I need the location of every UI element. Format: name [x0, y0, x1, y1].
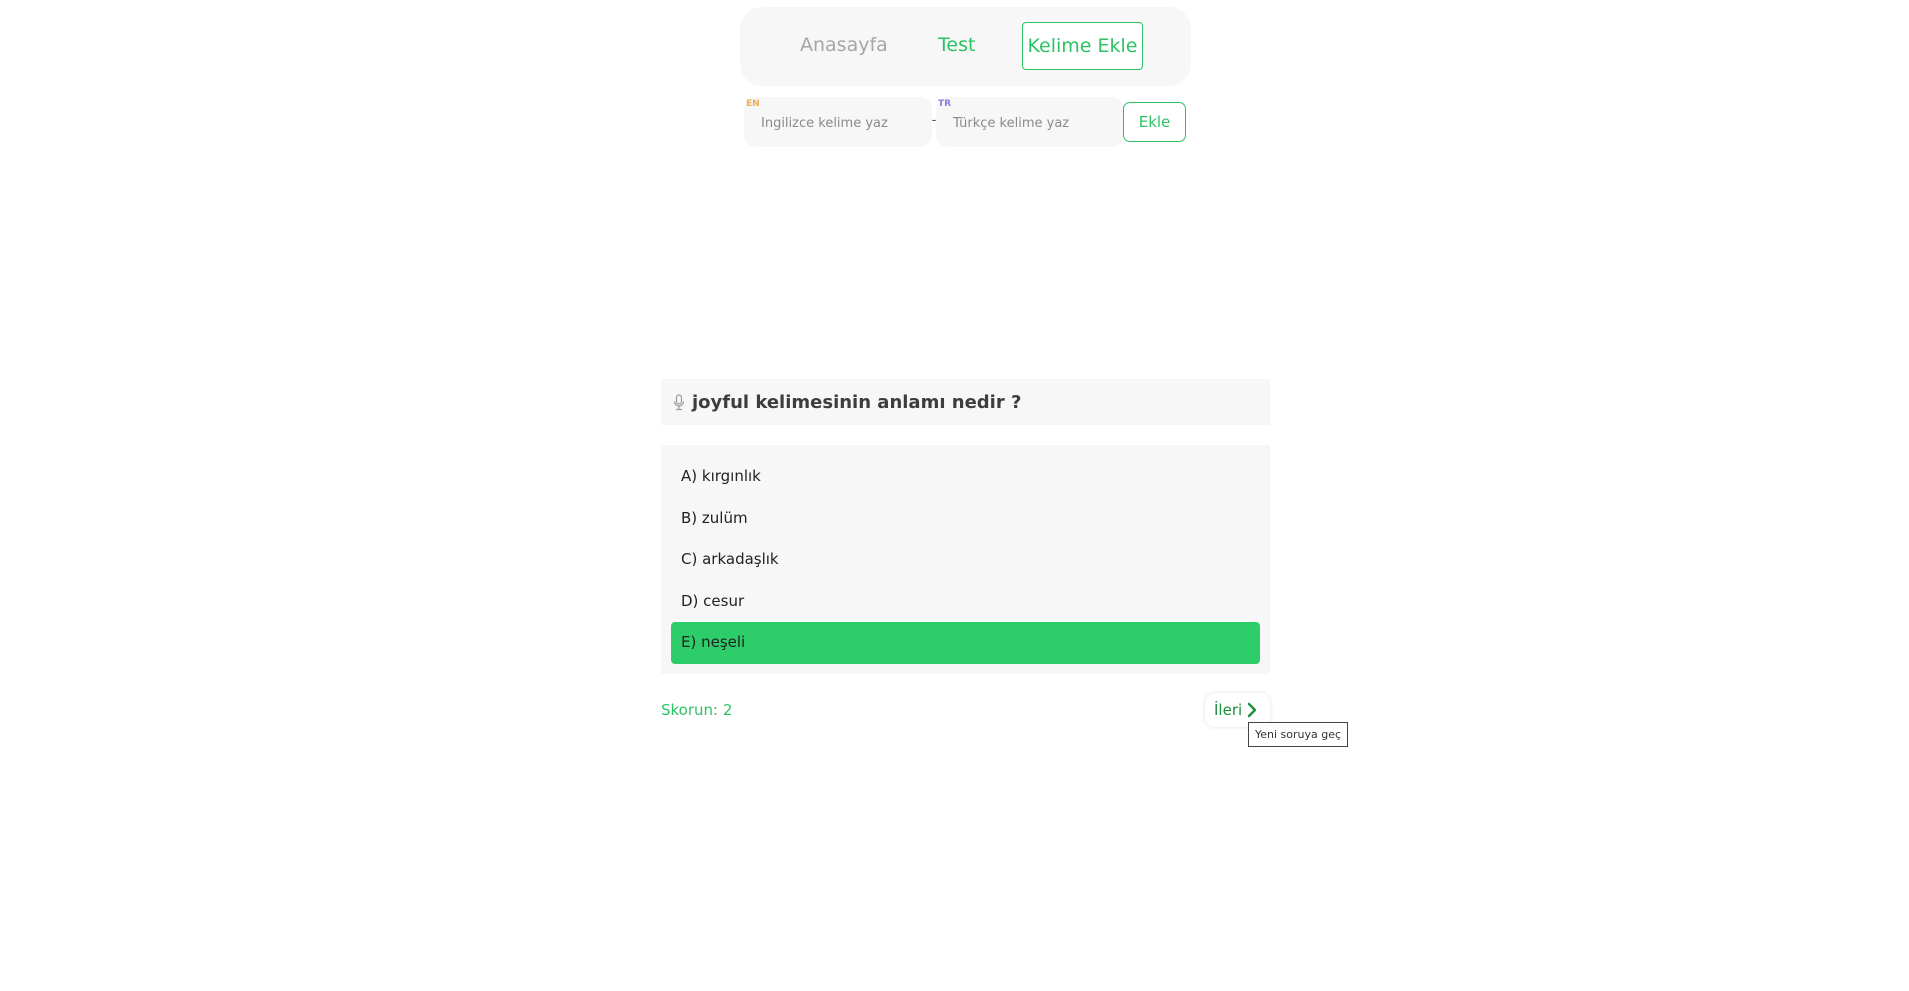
score-label: Skorun: 2: [661, 701, 733, 719]
option-c[interactable]: C) arkadaşlık: [671, 539, 1260, 581]
nav-home-link[interactable]: Anasayfa: [800, 22, 888, 70]
option-d[interactable]: D) cesur: [671, 581, 1260, 623]
option-a[interactable]: A) kırgınlık: [671, 456, 1260, 498]
next-button-tooltip: Yeni soruya geç: [1248, 722, 1348, 747]
english-word-input[interactable]: [744, 111, 932, 135]
question-text: joyful kelimesinin anlamı nedir ?: [692, 391, 1022, 413]
turkish-word-field: TR: [936, 97, 1124, 147]
answer-options: A) kırgınlık B) zulüm C) arkadaşlık D) c…: [661, 445, 1270, 674]
next-button-label: İleri: [1214, 701, 1243, 719]
english-tag: EN: [746, 99, 760, 109]
question-header: joyful kelimesinin anlamı nedir ?: [661, 379, 1270, 425]
turkish-word-input[interactable]: [936, 111, 1124, 135]
option-e[interactable]: E) neşeli: [671, 622, 1260, 664]
add-word-form: EN - TR Ekle: [742, 97, 1192, 147]
top-navigation: Anasayfa Test Kelime Ekle: [740, 7, 1191, 86]
chevron-right-icon: [1246, 701, 1258, 719]
turkish-tag: TR: [938, 99, 952, 109]
nav-test-link[interactable]: Test: [938, 22, 975, 70]
english-word-field: EN: [744, 97, 932, 147]
microphone-icon[interactable]: [673, 393, 685, 411]
nav-add-word-link[interactable]: Kelime Ekle: [1022, 22, 1143, 70]
option-b[interactable]: B) zulüm: [671, 498, 1260, 540]
add-word-button[interactable]: Ekle: [1123, 102, 1186, 142]
